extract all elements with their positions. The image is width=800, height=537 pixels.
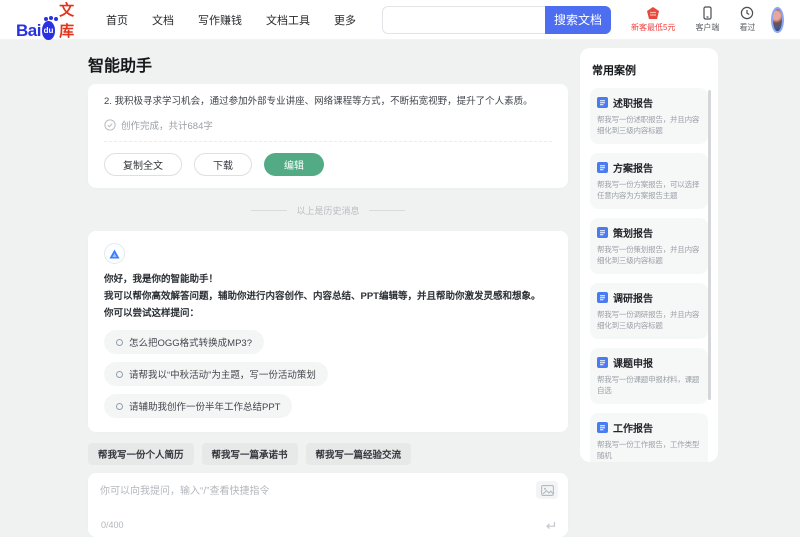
sidebar-scrollbar[interactable] [708, 90, 711, 400]
document-icon [597, 357, 608, 368]
viewed-entry[interactable]: 看过 [739, 6, 755, 33]
suggestion-row: 请辅助我创作一份半年工作总结PPT [104, 394, 552, 418]
prompt-bullet-icon [116, 338, 123, 346]
search-input[interactable] [381, 5, 545, 34]
case-desc: 帮我写一份课题申报材料，课题自选 [597, 375, 700, 395]
top-nav: Bai du 文库 首页 文档 写作赚钱 文档工具 更多 搜索文档 新客最低5元… [0, 0, 800, 40]
promo-icon [645, 6, 661, 20]
client-entry[interactable]: 客户端 [695, 6, 719, 33]
prompt-bullet-icon [116, 370, 123, 378]
case-item-debriefing-report[interactable]: 述职报告 帮我写一份述职报告，并且内容细化到三级内容标题 [590, 88, 708, 144]
message-input[interactable] [100, 482, 522, 512]
user-avatar[interactable] [771, 6, 784, 33]
assistant-page: 智能助手 2. 我积极寻求学习机会，通过参加外部专业讲座、网络课程等方式，不断拓… [88, 42, 568, 537]
nav-item-more[interactable]: 更多 [334, 12, 356, 28]
common-cases-panel: 常用案例 述职报告 帮我写一份述职报告，并且内容细化到三级内容标题 方案报告 帮… [580, 48, 718, 462]
suggestion-pill-mid-autumn[interactable]: 请帮我以“中秋活动”为主题，写一份活动策划 [104, 362, 328, 386]
promo-label: 新客最低5元 [630, 23, 676, 32]
quick-chips-row: 帮我写一份个人简历 帮我写一篇承诺书 帮我写一篇经验交流 [88, 443, 568, 465]
case-title: 策划报告 [613, 229, 653, 240]
case-desc: 帮我写一份调研报告，并且内容细化到三级内容标题 [597, 310, 700, 330]
primary-nav: 首页 文档 写作赚钱 文档工具 更多 [106, 12, 356, 28]
quick-chip-experience[interactable]: 帮我写一篇经验交流 [305, 443, 412, 465]
case-desc: 帮我写一份工作报告，工作类型随机 [597, 440, 700, 460]
case-title: 方案报告 [613, 164, 653, 175]
nav-item-doc-tools[interactable]: 文档工具 [266, 12, 310, 28]
suggestion-pill-ppt-summary[interactable]: 请辅助我创作一份半年工作总结PPT [104, 394, 293, 418]
phone-icon [701, 6, 714, 20]
suggestion-text: 请辅助我创作一份半年工作总结PPT [129, 402, 281, 413]
assistant-greeting: 你好，我是你的智能助手！ [104, 274, 219, 285]
case-title: 调研报告 [613, 294, 653, 305]
assistant-intro: 我可以帮你高效解答问题，辅助你进行内容创作、内容总结、PPT编辑等，并且帮助你激… [104, 291, 541, 302]
common-cases-title: 常用案例 [592, 65, 636, 77]
case-item-plan-report[interactable]: 方案报告 帮我写一份方案报告，可以选择任意内容为方案报告主题 [590, 153, 708, 209]
generated-result-card: 2. 我积极寻求学习机会，通过参加外部专业讲座、网络课程等方式，不断拓宽视野，提… [88, 84, 568, 188]
nav-item-docs[interactable]: 文档 [152, 12, 174, 28]
history-separator-label: 以上是历史消息 [296, 206, 360, 216]
case-item-work-report[interactable]: 工作报告 帮我写一份工作报告，工作类型随机 [590, 413, 708, 462]
baidu-wenku-logo[interactable]: Bai du 文库 [16, 0, 80, 41]
assistant-welcome-card: 你好，我是你的智能助手！ 我可以帮你高效解答问题，辅助你进行内容创作、内容总结、… [88, 231, 568, 432]
separator-line-left [251, 210, 288, 211]
status-text: 创作完成，共计684字 [121, 121, 213, 132]
message-input-card: 0/400 [88, 473, 568, 537]
baidu-paw-icon: du [41, 16, 56, 40]
viewed-label: 看过 [739, 23, 756, 32]
history-separator: 以上是历史消息 [88, 204, 568, 217]
case-desc: 帮我写一份方案报告，可以选择任意内容为方案报告主题 [597, 180, 700, 200]
client-label: 客户端 [695, 23, 720, 32]
assistant-message: 你好，我是你的智能助手！ 我可以帮你高效解答问题，辅助你进行内容创作、内容总结、… [104, 271, 552, 322]
quick-chip-commitment[interactable]: 帮我写一篇承诺书 [201, 443, 298, 465]
case-item-planning-report[interactable]: 策划报告 帮我写一份策划报告，并且内容细化到三级内容标题 [590, 218, 708, 274]
document-icon [597, 422, 608, 433]
search-bar: 搜索文档 [381, 5, 611, 34]
generated-text-line: 2. 我积极寻求学习机会，通过参加外部专业讲座、网络课程等方式，不断拓宽视野，提… [104, 96, 533, 107]
download-button[interactable]: 下载 [194, 153, 252, 176]
logo-bai-text: Bai [16, 20, 41, 40]
result-actions: 复制全文 下载 编辑 [104, 153, 552, 176]
nav-item-write-earn[interactable]: 写作赚钱 [198, 12, 242, 28]
suggestion-text: 怎么把OGG格式转换成MP3? [129, 338, 252, 349]
document-icon [597, 292, 608, 303]
suggestion-row: 请帮我以“中秋活动”为主题，写一份活动策划 [104, 362, 552, 386]
case-item-research-report[interactable]: 调研报告 帮我写一份调研报告，并且内容细化到三级内容标题 [590, 283, 708, 339]
assistant-try-label: 你可以尝试这样提问： [104, 308, 200, 319]
promo-entry[interactable]: 新客最低5元 [631, 6, 675, 33]
document-icon [597, 97, 608, 108]
assistant-logo-icon [109, 248, 120, 259]
logo-wenku-text: 文库 [59, 1, 75, 40]
copy-all-button[interactable]: 复制全文 [104, 153, 182, 176]
prompt-bullet-icon [116, 402, 123, 410]
case-desc: 帮我写一份策划报告，并且内容细化到三级内容标题 [597, 245, 700, 265]
suggestion-row: 怎么把OGG格式转换成MP3? [104, 330, 552, 354]
case-title: 述职报告 [613, 99, 653, 110]
suggestion-pill-ogg-mp3[interactable]: 怎么把OGG格式转换成MP3? [104, 330, 264, 354]
case-title: 工作报告 [613, 424, 653, 435]
assistant-avatar [104, 243, 125, 264]
separator-line-right [368, 210, 405, 211]
document-icon [597, 227, 608, 238]
generation-status: 创作完成，共计684字 [104, 118, 552, 132]
nav-item-home[interactable]: 首页 [106, 12, 128, 28]
edit-button[interactable]: 编辑 [264, 153, 324, 176]
image-icon [540, 484, 554, 496]
case-title: 课题申报 [613, 359, 653, 370]
document-icon [597, 162, 608, 173]
enter-icon [544, 521, 556, 531]
page-title: 智能助手 [88, 58, 153, 75]
check-circle-icon [104, 119, 116, 131]
card-divider [104, 141, 552, 142]
char-counter: 0/400 [101, 520, 124, 530]
clock-icon [740, 6, 754, 20]
search-docs-button[interactable]: 搜索文档 [544, 5, 611, 34]
suggestion-text: 请帮我以“中秋活动”为主题，写一份活动策划 [129, 370, 316, 381]
quick-chip-resume[interactable]: 帮我写一份个人简历 [88, 443, 194, 465]
image-upload-button[interactable] [536, 481, 558, 499]
case-desc: 帮我写一份述职报告，并且内容细化到三级内容标题 [597, 115, 700, 135]
case-item-project-application[interactable]: 课题申报 帮我写一份课题申报材料，课题自选 [590, 348, 708, 404]
